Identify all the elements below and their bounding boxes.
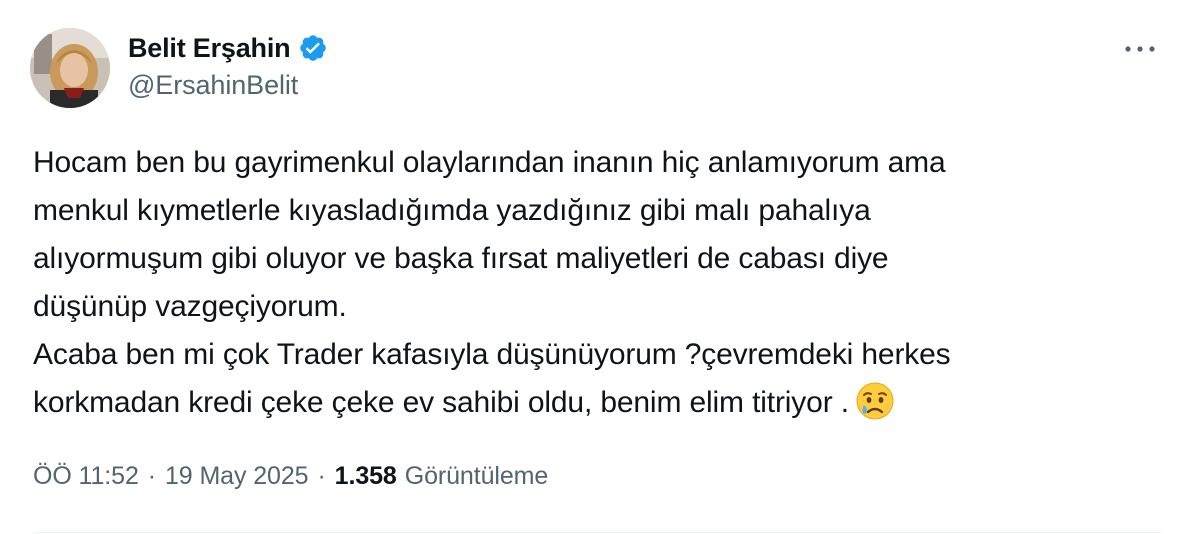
views-count[interactable]: 1.358 xyxy=(335,462,397,491)
tweet-text-line: Acaba ben mi çok Trader kafasıyla düşünü… xyxy=(33,338,951,371)
tweet-meta: ÖÖ 11:52 · 19 May 2025 · 1.358 Görüntüle… xyxy=(33,462,548,491)
avatar-photo xyxy=(30,28,110,108)
sad-but-relieved-face-icon xyxy=(855,381,895,421)
verified-badge-icon[interactable] xyxy=(298,33,328,63)
avatar[interactable] xyxy=(30,28,110,108)
meta-separator: · xyxy=(317,462,326,490)
views-label[interactable]: Görüntüleme xyxy=(405,462,549,491)
tweet-time[interactable]: ÖÖ 11:52 xyxy=(33,462,139,491)
tweet-text-line: Hocam ben bu gayrimenkul olaylarından in… xyxy=(33,146,946,179)
tweet-text-line: menkul kıymetlerle kıyasladığımda yazdığ… xyxy=(33,194,871,227)
tweet-card: Belit Erşahin @ErsahinBelit Hocam ben bu… xyxy=(0,0,1200,534)
author-handle[interactable]: @ErsahinBelit xyxy=(128,70,328,101)
tweet-text-line-last: korkmadan kredi çeke çeke ev sahibi oldu… xyxy=(33,379,1153,427)
more-options-button[interactable] xyxy=(1122,36,1158,62)
author-block: Belit Erşahin @ErsahinBelit xyxy=(128,30,328,101)
tweet-text-line: korkmadan kredi çeke çeke ev sahibi oldu… xyxy=(33,386,849,419)
tweet-date[interactable]: 19 May 2025 xyxy=(165,462,309,491)
more-horizontal-icon xyxy=(1125,46,1155,52)
divider xyxy=(33,532,1162,533)
meta-separator: · xyxy=(147,462,156,490)
tweet-text-line: düşünüp vazgeçiyorum. xyxy=(33,290,347,323)
tweet-text-line: alıyormuşum gibi oluyor ve başka fırsat … xyxy=(33,242,889,275)
display-name[interactable]: Belit Erşahin xyxy=(128,33,291,64)
tweet-text: Hocam ben bu gayrimenkul olaylarından in… xyxy=(33,139,1153,427)
name-row: Belit Erşahin xyxy=(128,30,328,66)
